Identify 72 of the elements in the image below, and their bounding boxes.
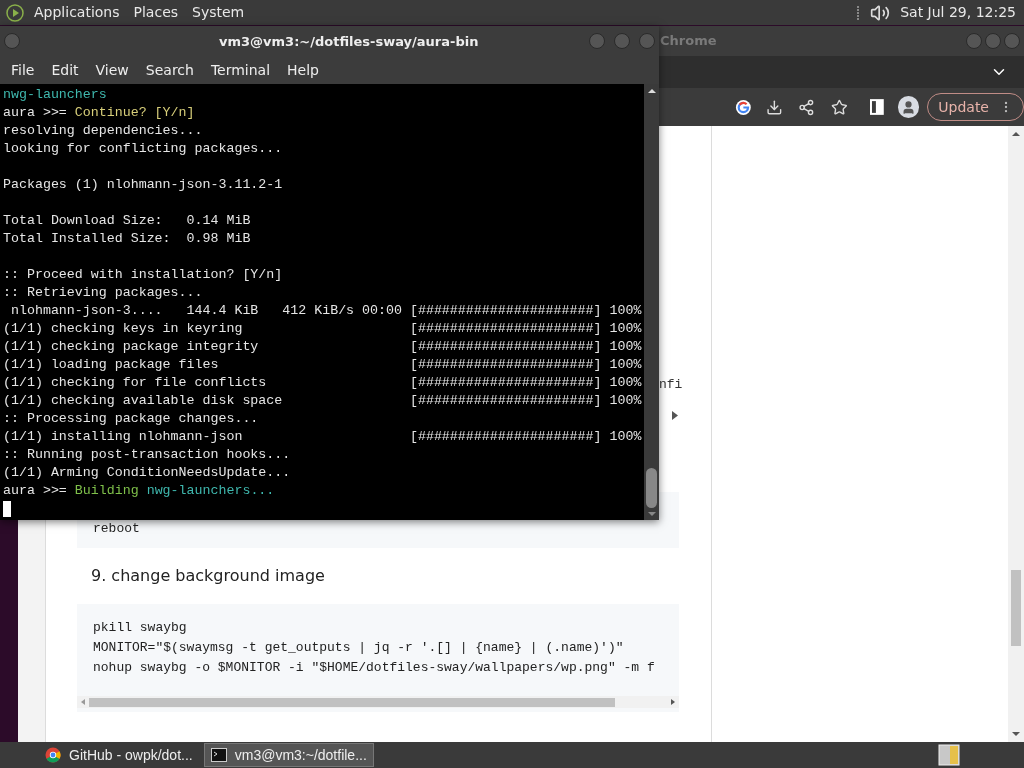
panel-menu[interactable]: Places	[133, 2, 179, 23]
terminal-text: :: Proceed with installation? [Y/n]	[3, 266, 283, 284]
terminal-text: (1/1) checking for file conflicts [######################] 100%	[3, 374, 642, 392]
scrollbar-thumb[interactable]	[646, 468, 657, 508]
section-heading: 9. change background image	[91, 565, 326, 587]
scroll-up-icon[interactable]	[1011, 130, 1021, 138]
text-cursor	[3, 501, 11, 517]
scroll-down-icon[interactable]	[646, 510, 657, 518]
menu-item[interactable]: Search	[145, 59, 194, 81]
panel-menu[interactable]: Applications	[34, 2, 120, 23]
terminal-text: Packages (1) nlohmann-json-3.11.2-1	[3, 176, 283, 194]
star-icon[interactable]	[831, 98, 848, 116]
terminal-text: Building	[74, 482, 140, 500]
clock[interactable]: Sat Jul 29, 12:25	[900, 2, 1016, 23]
scroll-arrow-icon[interactable]	[672, 411, 678, 420]
terminal-text: resolving dependencies...	[3, 122, 203, 140]
terminal-scrollbar[interactable]	[644, 84, 659, 520]
scrollbar-thumb[interactable]	[1011, 570, 1021, 646]
menu-item[interactable]: View	[95, 59, 129, 81]
code-line: reboot	[93, 519, 141, 538]
terminal-text: (1/1) checking keys in keyring [######################] 100%	[3, 320, 642, 338]
browser-icon	[45, 747, 61, 763]
sidebar-icon[interactable]	[869, 99, 884, 115]
terminal-text: nwg-launchers...	[146, 482, 275, 500]
minimize-button[interactable]	[589, 33, 605, 49]
avatar-icon[interactable]	[897, 96, 920, 118]
menu-item[interactable]: File	[11, 59, 35, 81]
terminal-text: (1/1) checking package integrity [######################] 100%	[3, 338, 642, 356]
scrollbar-thumb[interactable]	[89, 697, 615, 707]
taskbar-item[interactable]: vm3@vm3:~/dotfile...	[203, 743, 374, 767]
panel-menu[interactable]: System	[192, 2, 245, 23]
terminal-text: nlohmann-json-3.... 144.4 KiB 412 KiB/s 00:00 [######################] 100%	[9, 302, 642, 320]
terminal-text: Continue? [Y/n]	[74, 104, 195, 122]
window-menu-button[interactable]	[4, 33, 20, 49]
maximize-button[interactable]	[985, 33, 1001, 49]
download-icon[interactable]	[765, 98, 783, 116]
terminal-text: aura >>=	[3, 482, 68, 500]
terminal-text: Total Installed Size: 0.98 MiB	[3, 230, 251, 248]
window-title: Chrome	[660, 32, 717, 51]
menu-item[interactable]: Edit	[51, 59, 79, 81]
terminal-text: (1/1) checking available disk space [######################] 100%	[3, 392, 642, 410]
terminal-text: :: Processing package changes...	[3, 410, 259, 428]
code-line: MONITOR="$(swaymsg -t get_outputs | jq -r '.[] | {name} | (.name)')"	[93, 639, 625, 657]
terminal-icon	[210, 748, 227, 762]
scroll-down-icon[interactable]	[1011, 730, 1021, 738]
window-title: vm3@vm3:~/dotfiles-sway/aura-bin	[219, 33, 479, 51]
code-line: pkill swaybg	[93, 619, 188, 637]
terminal-text: (1/1) loading package files [######################] 100%	[3, 356, 642, 374]
terminal-text: :: Running post-transaction hooks...	[3, 446, 291, 464]
taskbar-item[interactable]: GitHub - owpk/dot...	[38, 743, 200, 767]
close-button[interactable]	[1004, 33, 1020, 49]
share-icon[interactable]	[798, 98, 816, 116]
terminal-text: :: Retrieving packages...	[3, 284, 203, 302]
maximize-button[interactable]	[614, 33, 630, 49]
play-icon[interactable]	[6, 3, 24, 22]
terminal-text: (1/1) installing nlohmann-json [######################] 100%	[3, 428, 642, 446]
code-line: nohup swaybg -o $MONITOR -i "$HOME/dotfiles-sway/wallpapers/wp.png" -m f	[93, 659, 656, 677]
google-icon[interactable]	[735, 98, 752, 116]
speaker-icon[interactable]	[870, 2, 891, 23]
menu-item[interactable]: Terminal	[210, 59, 271, 81]
terminal-text: aura >>=	[3, 104, 68, 122]
terminal-text: nwg-launchers	[3, 86, 107, 104]
terminal-text: looking for conflicting packages...	[3, 140, 283, 158]
workspace-icon[interactable]	[938, 744, 960, 766]
minimize-button[interactable]	[966, 33, 982, 49]
drag-handle-icon	[857, 4, 861, 21]
menu-item[interactable]: Help	[287, 59, 319, 81]
close-button[interactable]	[639, 33, 655, 49]
terminal-text: (1/1) Arming ConditionNeedsUpdate...	[3, 464, 291, 482]
code-text: nfi	[659, 377, 684, 393]
terminal-text: Total Download Size: 0.14 MiB	[3, 212, 251, 230]
horizontal-scrollbar[interactable]	[77, 696, 679, 708]
